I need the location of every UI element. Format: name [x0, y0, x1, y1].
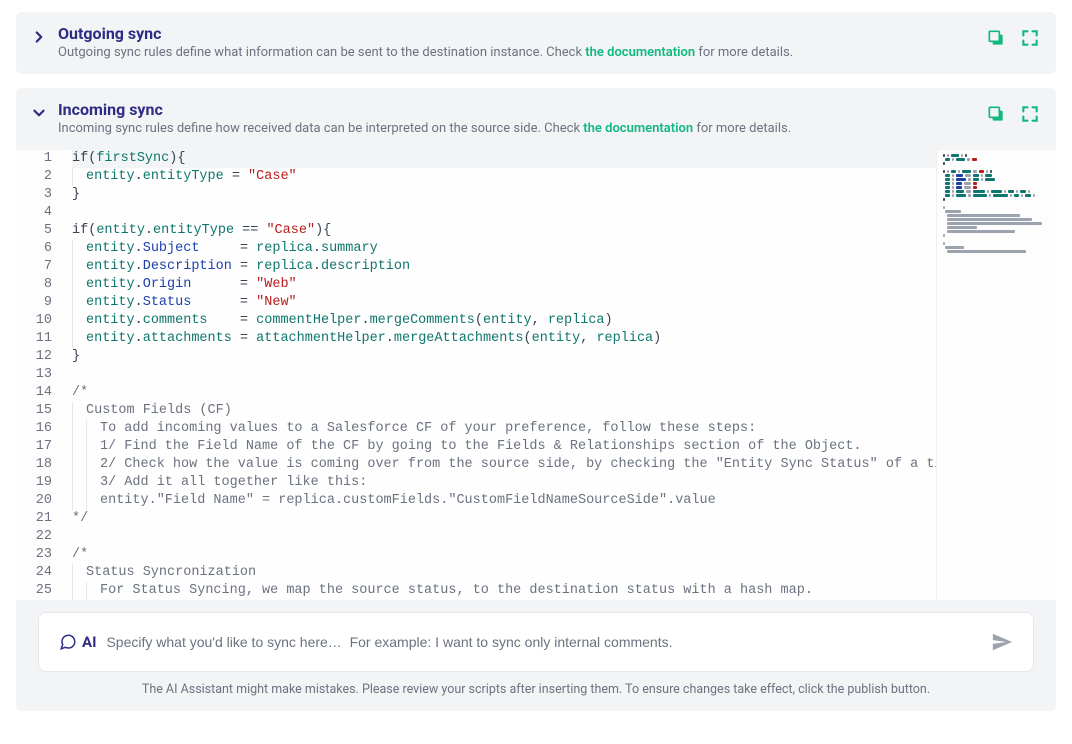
ai-prompt-input[interactable] — [106, 634, 981, 650]
code-editor[interactable]: 1234567891011121314151617181920212223242… — [16, 150, 1056, 600]
code-minimap[interactable] — [936, 150, 1056, 600]
ai-assist-box: AI — [38, 612, 1034, 672]
outgoing-panel-header: Outgoing sync Outgoing sync rules define… — [16, 12, 1056, 74]
outgoing-expand-toggle[interactable] — [30, 24, 58, 50]
chevron-right-icon — [30, 28, 48, 46]
outgoing-docs-link[interactable]: the documentation — [585, 45, 695, 60]
chevron-down-icon — [30, 104, 48, 122]
line-number-gutter: 1234567891011121314151617181920212223242… — [16, 150, 60, 600]
incoming-desc: Incoming sync rules define how received … — [58, 121, 986, 136]
fullscreen-icon[interactable] — [1020, 28, 1040, 48]
chat-icon — [59, 633, 77, 651]
fullscreen-icon[interactable] — [1020, 104, 1040, 124]
send-icon[interactable] — [991, 631, 1013, 653]
copy-icon[interactable] — [986, 28, 1006, 48]
incoming-sync-panel: Incoming sync Incoming sync rules define… — [16, 88, 1056, 711]
copy-icon[interactable] — [986, 104, 1006, 124]
code-content[interactable]: if(firstSync){entity.entityType = "Case"… — [60, 150, 936, 600]
outgoing-desc: Outgoing sync rules define what informat… — [58, 45, 986, 60]
incoming-title: Incoming sync — [58, 100, 986, 119]
incoming-panel-header: Incoming sync Incoming sync rules define… — [16, 88, 1056, 150]
incoming-docs-link[interactable]: the documentation — [583, 121, 693, 136]
ai-label: AI — [59, 633, 96, 651]
ai-disclaimer: The AI Assistant might make mistakes. Pl… — [16, 682, 1056, 697]
outgoing-title: Outgoing sync — [58, 24, 986, 43]
incoming-expand-toggle[interactable] — [30, 100, 58, 126]
outgoing-sync-panel: Outgoing sync Outgoing sync rules define… — [16, 12, 1056, 74]
